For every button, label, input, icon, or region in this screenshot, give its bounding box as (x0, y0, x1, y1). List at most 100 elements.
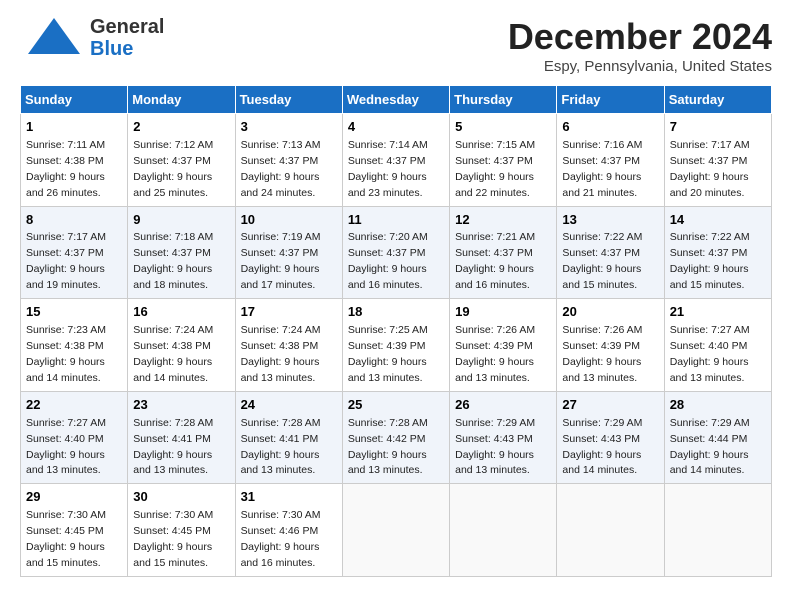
day-daylight: Daylight: 9 hours and 14 minutes. (670, 449, 749, 477)
day-sunrise: Sunrise: 7:24 AM (241, 324, 321, 336)
logo-general: General (90, 16, 164, 38)
day-daylight: Daylight: 9 hours and 16 minutes. (348, 263, 427, 291)
location-title: Espy, Pennsylvania, United States (508, 58, 772, 75)
day-number: 9 (133, 211, 229, 230)
day-sunset: Sunset: 4:37 PM (455, 155, 533, 167)
day-sunset: Sunset: 4:38 PM (133, 340, 211, 352)
logo-icon (20, 16, 88, 60)
day-daylight: Daylight: 9 hours and 13 minutes. (455, 356, 534, 384)
day-number: 14 (670, 211, 766, 230)
weekday-header-monday: Monday (128, 86, 235, 114)
day-sunrise: Sunrise: 7:30 AM (26, 509, 106, 521)
calendar-cell: 28 Sunrise: 7:29 AM Sunset: 4:44 PM Dayligh… (664, 391, 771, 484)
calendar-cell: 29Sunrise: 7:30 AMSunset: 4:45 PMDayligh… (21, 484, 128, 577)
calendar-week-row: 29Sunrise: 7:30 AMSunset: 4:45 PMDayligh… (21, 484, 772, 577)
day-daylight: Daylight: 9 hours and 20 minutes. (670, 171, 749, 199)
day-daylight: Daylight: 9 hours and 13 minutes. (562, 356, 641, 384)
day-sunrise: Sunrise: 7:16 AM (562, 139, 642, 151)
day-sunrise: Sunrise: 7:18 AM (133, 231, 213, 243)
calendar-cell: 9Sunrise: 7:18 AMSunset: 4:37 PMDaylight… (128, 206, 235, 299)
day-sunrise: Sunrise: 7:20 AM (348, 231, 428, 243)
day-daylight: Daylight: 9 hours and 19 minutes. (26, 263, 105, 291)
day-sunrise: Sunrise: 7:26 AM (562, 324, 642, 336)
day-sunrise: Sunrise: 7:12 AM (133, 139, 213, 151)
day-daylight: Daylight: 9 hours and 16 minutes. (455, 263, 534, 291)
day-sunset: Sunset: 4:46 PM (241, 525, 319, 537)
day-number: 25 (348, 396, 444, 415)
logo: General Blue (20, 16, 164, 60)
day-number: 16 (133, 303, 229, 322)
calendar-cell: 27Sunrise: 7:29 AMSunset: 4:43 PMDayligh… (557, 391, 664, 484)
calendar-cell: 4Sunrise: 7:14 AMSunset: 4:37 PMDaylight… (342, 114, 449, 207)
day-sunrise: Sunrise: 7:23 AM (26, 324, 106, 336)
calendar-cell: 17Sunrise: 7:24 AMSunset: 4:38 PMDayligh… (235, 299, 342, 392)
day-sunrise: Sunrise: 7:28 AM (241, 417, 321, 429)
calendar-cell (450, 484, 557, 577)
day-sunrise: Sunrise: 7:29 AM (455, 417, 535, 429)
weekday-header-tuesday: Tuesday (235, 86, 342, 114)
title-area: December 2024 Espy, Pennsylvania, United… (508, 16, 772, 75)
day-sunrise: Sunrise: 7:29 AM (670, 417, 750, 429)
day-number: 18 (348, 303, 444, 322)
day-sunrise: Sunrise: 7:24 AM (133, 324, 213, 336)
day-sunset: Sunset: 4:37 PM (670, 155, 748, 167)
calendar-cell (557, 484, 664, 577)
day-daylight: Daylight: 9 hours and 15 minutes. (562, 263, 641, 291)
calendar-cell: 21Sunrise: 7:27 AMSunset: 4:40 PMDayligh… (664, 299, 771, 392)
day-sunset: Sunset: 4:43 PM (562, 433, 640, 445)
day-number: 28 (670, 396, 766, 415)
day-daylight: Daylight: 9 hours and 22 minutes. (455, 171, 534, 199)
day-sunset: Sunset: 4:37 PM (133, 247, 211, 259)
day-sunset: Sunset: 4:40 PM (26, 433, 104, 445)
day-sunrise: Sunrise: 7:22 AM (670, 231, 750, 243)
day-sunset: Sunset: 4:42 PM (348, 433, 426, 445)
calendar-week-row: 8Sunrise: 7:17 AMSunset: 4:37 PMDaylight… (21, 206, 772, 299)
calendar-cell: 8Sunrise: 7:17 AMSunset: 4:37 PMDaylight… (21, 206, 128, 299)
day-daylight: Daylight: 9 hours and 24 minutes. (241, 171, 320, 199)
day-daylight: Daylight: 9 hours and 13 minutes. (455, 449, 534, 477)
day-sunset: Sunset: 4:37 PM (562, 155, 640, 167)
day-sunset: Sunset: 4:37 PM (348, 247, 426, 259)
weekday-header-wednesday: Wednesday (342, 86, 449, 114)
day-daylight: Daylight: 9 hours and 13 minutes. (241, 449, 320, 477)
day-number: 4 (348, 118, 444, 137)
day-sunrise: Sunrise: 7:14 AM (348, 139, 428, 151)
day-number: 12 (455, 211, 551, 230)
day-sunrise: Sunrise: 7:11 AM (26, 139, 105, 151)
day-daylight: Daylight: 9 hours and 14 minutes. (562, 449, 641, 477)
day-number: 19 (455, 303, 551, 322)
day-sunset: Sunset: 4:41 PM (241, 433, 319, 445)
weekday-header-row: SundayMondayTuesdayWednesdayThursdayFrid… (21, 86, 772, 114)
day-daylight: Daylight: 9 hours and 25 minutes. (133, 171, 212, 199)
calendar-cell (664, 484, 771, 577)
calendar-cell: 3Sunrise: 7:13 AMSunset: 4:37 PMDaylight… (235, 114, 342, 207)
calendar-table: SundayMondayTuesdayWednesdayThursdayFrid… (20, 85, 772, 577)
day-sunrise: Sunrise: 7:17 AM (670, 139, 750, 151)
calendar-cell: 15Sunrise: 7:23 AMSunset: 4:38 PMDayligh… (21, 299, 128, 392)
day-daylight: Daylight: 9 hours and 15 minutes. (670, 263, 749, 291)
calendar-cell (342, 484, 449, 577)
day-sunrise: Sunrise: 7:27 AM (26, 417, 106, 429)
day-sunset: Sunset: 4:39 PM (455, 340, 533, 352)
day-daylight: Daylight: 9 hours and 14 minutes. (133, 356, 212, 384)
calendar-cell: 16 Sunrise: 7:24 AM Sunset: 4:38 PM Dayligh… (128, 299, 235, 392)
calendar-cell: 10Sunrise: 7:19 AMSunset: 4:37 PMDayligh… (235, 206, 342, 299)
day-sunset: Sunset: 4:41 PM (133, 433, 211, 445)
day-sunrise: Sunrise: 7:28 AM (133, 417, 213, 429)
day-sunset: Sunset: 4:39 PM (348, 340, 426, 352)
day-daylight: Daylight: 9 hours and 26 minutes. (26, 171, 105, 199)
calendar-cell: 11Sunrise: 7:20 AMSunset: 4:37 PMDayligh… (342, 206, 449, 299)
day-sunset: Sunset: 4:37 PM (133, 155, 211, 167)
day-number: 17 (241, 303, 337, 322)
day-sunrise: Sunrise: 7:29 AM (562, 417, 642, 429)
day-number: 3 (241, 118, 337, 137)
day-number: 2 (133, 118, 229, 137)
day-daylight: Daylight: 9 hours and 13 minutes. (670, 356, 749, 384)
day-daylight: Daylight: 9 hours and 13 minutes. (348, 449, 427, 477)
day-sunrise: Sunrise: 7:17 AM (26, 231, 106, 243)
day-number: 26 (455, 396, 551, 415)
day-sunset: Sunset: 4:44 PM (670, 433, 748, 445)
day-sunrise: Sunrise: 7:21 AM (455, 231, 535, 243)
day-sunrise: Sunrise: 7:19 AM (241, 231, 321, 243)
day-sunset: Sunset: 4:45 PM (26, 525, 104, 537)
